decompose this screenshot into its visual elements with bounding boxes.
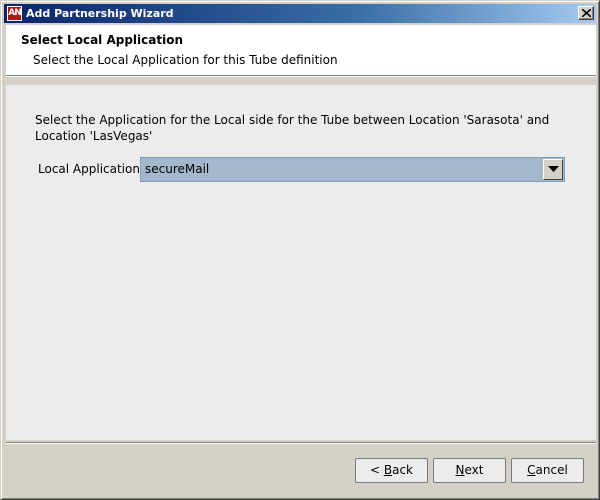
local-application-value: secureMail (145, 162, 210, 176)
local-application-label: Local Application (38, 162, 140, 176)
cancel-button-rest: ancel (535, 463, 568, 477)
back-button-prefix: < (369, 463, 384, 477)
instruction-text: Select the Application for the Local sid… (35, 113, 550, 143)
next-button-mnemonic: N (455, 463, 465, 477)
next-button-rest: ext (464, 463, 484, 477)
back-button-mnemonic: B (383, 463, 393, 477)
page-title: Select Local Application (21, 33, 183, 47)
back-button[interactable]: < Back (355, 458, 428, 483)
dropdown-button[interactable] (543, 159, 563, 180)
window-title: Add Partnership Wizard (26, 7, 174, 20)
close-button[interactable] (578, 6, 594, 20)
chevron-down-icon (548, 166, 559, 172)
next-button[interactable]: Next (433, 458, 506, 483)
cancel-button[interactable]: Cancel (511, 458, 584, 483)
local-application-select[interactable]: secureMail (140, 157, 565, 182)
close-icon (582, 9, 591, 17)
header-divider (6, 75, 596, 77)
wizard-window: AN Add Partnership Wizard Select Local A… (0, 0, 600, 500)
back-button-rest: ack (392, 463, 413, 477)
wizard-header: Select Local Application Select the Loca… (6, 25, 596, 75)
page-subtitle: Select the Local Application for this Tu… (33, 53, 338, 67)
cancel-button-mnemonic: C (527, 463, 536, 477)
title-bar[interactable]: AN Add Partnership Wizard (4, 4, 596, 23)
footer-divider (6, 442, 596, 444)
app-icon: AN (7, 6, 22, 21)
